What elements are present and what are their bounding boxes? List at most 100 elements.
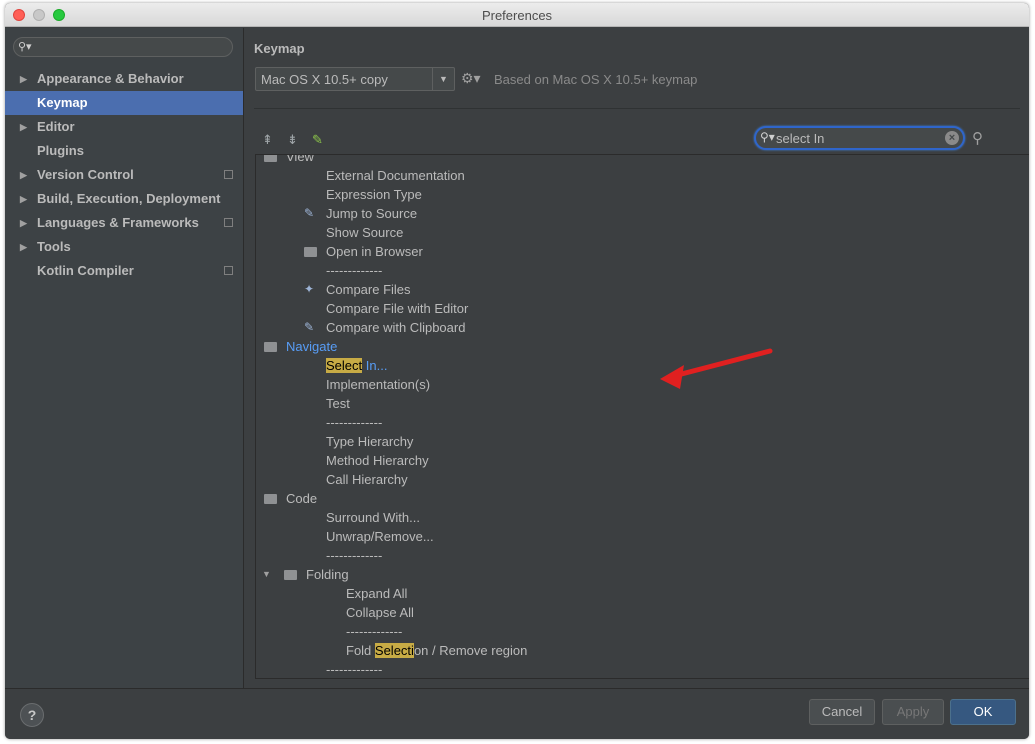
sidebar-item-keymap[interactable]: Keymap xyxy=(5,91,243,115)
keymap-row[interactable]: ------------- xyxy=(256,413,1029,432)
action-label: Open in Browser xyxy=(326,242,423,261)
ok-button[interactable]: OK xyxy=(950,699,1016,725)
clear-search-icon[interactable]: × xyxy=(945,131,959,145)
sidebar-item-plugins[interactable]: Plugins xyxy=(5,139,243,163)
keymap-row[interactable]: ▼View xyxy=(256,155,1029,166)
keymap-panel: Keymap Mac OS X 10.5+ copy ▼ ⚙▾ Based on… xyxy=(245,28,1029,688)
keymap-row[interactable]: ▼ Folding xyxy=(256,565,1029,584)
sidebar-item-label: Version Control xyxy=(37,167,134,182)
keymap-row[interactable]: ▼Code xyxy=(256,489,1029,508)
keymap-row[interactable]: Compare File with Editor xyxy=(256,299,1029,318)
action-label: Collapse All xyxy=(346,603,414,622)
action-label: Navigate xyxy=(286,337,337,356)
keymap-row[interactable]: ------------- xyxy=(256,546,1029,565)
keymap-row[interactable]: Surround With...⌥⌘T xyxy=(256,508,1029,527)
keymap-row[interactable]: Call Hierarchy^⌥H xyxy=(256,470,1029,489)
keymap-row[interactable]: External Documentation⇧F1 xyxy=(256,166,1029,185)
folder-icon xyxy=(264,155,277,162)
action-label-text: ------------- xyxy=(326,415,383,430)
based-on-label: Based on Mac OS X 10.5+ keymap xyxy=(494,72,698,87)
action-label-text: Fold xyxy=(346,643,375,658)
action-label-text: ------------- xyxy=(326,662,383,677)
folder-icon xyxy=(264,494,277,504)
keymap-row[interactable]: Open in Browser xyxy=(256,242,1029,261)
sidebar-item-editor[interactable]: ▶ Editor xyxy=(5,115,243,139)
action-label-text: External Documentation xyxy=(326,168,465,183)
action-label-text: ------------- xyxy=(326,548,383,563)
action-label-text: Open in Browser xyxy=(326,244,423,259)
chevron-down-icon[interactable]: ▼ xyxy=(262,565,271,584)
chevron-down-icon[interactable]: ▼ xyxy=(432,68,454,90)
action-label-text: Compare File with Editor xyxy=(326,301,469,316)
sidebar-item-version-control[interactable]: ▶ Version Control xyxy=(5,163,243,187)
sidebar-item-label: Build, Execution, Deployment xyxy=(37,191,221,206)
keymap-row[interactable]: Type Hierarchy^H xyxy=(256,432,1029,451)
keymap-action-tree[interactable]: ▼ViewExternal Documentation⇧F1Expression… xyxy=(255,154,1029,679)
keymap-row[interactable]: Unwrap/Remove...⇧⌘⌦ xyxy=(256,527,1029,546)
keymap-row[interactable]: Show Source⌘⏎ xyxy=(256,223,1029,242)
action-label-text: Implementation(s) xyxy=(326,377,431,392)
keymap-row[interactable]: Collapse All⇧⌘-⇧⌘- xyxy=(256,603,1029,622)
action-label: Surround With... xyxy=(326,508,420,527)
help-button[interactable]: ? xyxy=(20,703,44,727)
divider xyxy=(254,108,1020,109)
action-label: Method Hierarchy xyxy=(326,451,429,470)
keymap-row[interactable]: Test⇧⌘T xyxy=(256,394,1029,413)
keymap-row[interactable]: ✎ Compare with Clipboard xyxy=(256,318,1029,337)
find-shortcut-icon[interactable]: ⚲ xyxy=(972,129,983,147)
action-label: ------------- xyxy=(326,413,382,432)
gear-icon[interactable]: ⚙▾ xyxy=(461,70,481,87)
search-icon: ⚲▾ xyxy=(18,41,32,53)
expand-all-icon[interactable]: ⇞ xyxy=(262,132,273,148)
keymap-row[interactable]: ✎Jump to Source⌘↓F4 xyxy=(256,204,1029,223)
cancel-button[interactable]: Cancel xyxy=(809,699,875,725)
keymap-row[interactable]: ------------- xyxy=(256,261,1029,280)
keymap-row[interactable]: Fold Selection / Remove region⌘. xyxy=(256,641,1029,660)
action-label: Compare File with Editor xyxy=(326,299,468,318)
chevron-right-icon[interactable]: ▶ xyxy=(20,187,27,211)
sidebar-item-appearance-behavior[interactable]: ▶ Appearance & Behavior xyxy=(5,67,243,91)
folder-icon xyxy=(284,570,297,580)
sidebar-item-kotlin-compiler[interactable]: Kotlin Compiler xyxy=(5,259,243,283)
folder-icon xyxy=(304,247,317,257)
settings-sidebar: ⚲▾ ▶ Appearance & Behavior Keymap ▶ Editor Pl… xyxy=(5,28,244,688)
action-label: ------------- xyxy=(326,546,382,565)
keymap-row[interactable]: Expand All⇧⌘+⇧⌘= xyxy=(256,584,1029,603)
action-label-text: Code xyxy=(286,491,318,506)
sidebar-item-languages-frameworks[interactable]: ▶ Languages & Frameworks xyxy=(5,211,243,235)
search-match-highlight: Selecti xyxy=(374,643,414,658)
keymap-row[interactable]: ------------- xyxy=(256,660,1029,678)
settings-search-input[interactable]: ⚲▾ xyxy=(13,37,233,57)
sidebar-item-tools[interactable]: ▶ Tools xyxy=(5,235,243,259)
action-label-text: on / Remove region xyxy=(413,643,528,658)
project-settings-icon xyxy=(224,266,233,275)
preferences-window: Preferences ⚲▾ ▶ Appearance & Behavior Key… xyxy=(5,3,1029,739)
action-label: Unwrap/Remove... xyxy=(326,527,434,546)
sidebar-item-build-execution-deployment[interactable]: ▶ Build, Execution, Deployment xyxy=(5,187,243,211)
chevron-right-icon[interactable]: ▶ xyxy=(20,211,27,235)
action-label-text: Folding xyxy=(306,567,349,582)
keymap-row[interactable]: Expression Type^⇧P xyxy=(256,185,1029,204)
chevron-right-icon[interactable]: ▶ xyxy=(20,115,27,139)
sidebar-item-label: Languages & Frameworks xyxy=(37,215,199,230)
chevron-right-icon[interactable]: ▶ xyxy=(20,67,27,91)
apply-button[interactable]: Apply xyxy=(882,699,944,725)
diff-icon: ✦ xyxy=(304,282,315,296)
action-label: Code xyxy=(286,489,317,508)
title-bar: Preferences xyxy=(5,3,1029,27)
keymap-select[interactable]: Mac OS X 10.5+ copy ▼ xyxy=(255,67,455,91)
collapse-all-icon[interactable]: ⇟ xyxy=(287,132,298,148)
search-icon: ⚲▾ xyxy=(760,130,775,144)
keymap-row[interactable]: ------------- xyxy=(256,622,1029,641)
keymap-select-value: Mac OS X 10.5+ copy xyxy=(261,72,388,87)
action-label: Select In... xyxy=(326,356,387,375)
chevron-right-icon[interactable]: ▶ xyxy=(20,235,27,259)
keymap-search-input[interactable]: ⚲▾ select In × xyxy=(754,126,965,150)
edit-shortcut-icon[interactable]: ✎ xyxy=(312,132,323,148)
keymap-row[interactable]: ✦Compare Files⌘D xyxy=(256,280,1029,299)
action-label: Compare with Clipboard xyxy=(326,318,465,337)
edit-icon: ✎ xyxy=(304,206,315,220)
keymap-row[interactable]: Method Hierarchy⇧⌘H xyxy=(256,451,1029,470)
sidebar-item-label: Plugins xyxy=(37,143,84,158)
chevron-right-icon[interactable]: ▶ xyxy=(20,163,27,187)
